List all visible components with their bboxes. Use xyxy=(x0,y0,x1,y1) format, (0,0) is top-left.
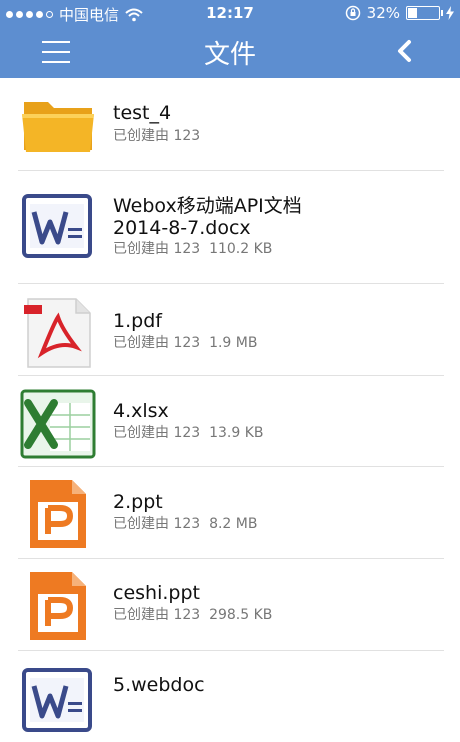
folder-icon xyxy=(20,86,96,162)
file-name: 4.xlsx xyxy=(113,400,169,422)
nav-bar: 文件 xyxy=(0,26,460,78)
file-name: 5.webdoc xyxy=(113,674,205,696)
orientation-lock-icon xyxy=(345,5,360,21)
file-size: 13.9 KB xyxy=(209,425,264,441)
ppt-icon xyxy=(20,570,96,646)
file-row[interactable]: 4.xlsx 已创建由 123 13.9 KB xyxy=(0,375,460,467)
file-name: 1.pdf xyxy=(113,310,162,332)
ppt-icon xyxy=(20,478,96,554)
file-creator: 已创建由 123 xyxy=(113,241,201,257)
pdf-icon xyxy=(20,295,96,371)
charging-bolt-icon xyxy=(446,6,454,20)
file-row[interactable]: Webox移动端API文档 2014-8-7.docx 已创建由 123 110.… xyxy=(0,170,460,284)
file-name: ceshi.ppt xyxy=(113,582,200,604)
file-meta: 已创建由 123 110.2 KB xyxy=(113,238,272,258)
file-name: Webox移动端API文档 2014-8-7.docx xyxy=(113,195,302,239)
file-row[interactable]: test_4 已创建由 123 xyxy=(0,78,460,171)
file-creator: 已创建由 123 xyxy=(113,516,201,532)
file-creator: 已创建由 123 xyxy=(113,335,201,351)
file-size: 1.9 MB xyxy=(209,335,258,351)
word-doc-icon xyxy=(20,662,96,738)
file-name: 2.ppt xyxy=(113,491,163,513)
file-size: 8.2 MB xyxy=(209,516,258,532)
file-meta: 已创建由 123 1.9 MB xyxy=(113,332,257,352)
file-creator: 已创建由 123 xyxy=(113,425,201,441)
battery-percent: 32% xyxy=(366,4,400,22)
file-meta: 已创建由 123 8.2 MB xyxy=(113,513,257,533)
back-button[interactable] xyxy=(392,38,416,64)
battery-fill xyxy=(408,8,417,18)
file-row[interactable]: 2.ppt 已创建由 123 8.2 MB xyxy=(0,466,460,559)
page-title: 文件 xyxy=(203,40,256,70)
word-doc-icon xyxy=(20,188,96,264)
status-bar: 中国电信 12:17 32% xyxy=(0,0,460,26)
status-right: 32% xyxy=(345,4,454,22)
excel-icon xyxy=(20,387,96,463)
file-meta: 已创建由 123 xyxy=(113,125,200,145)
file-name: test_4 xyxy=(113,102,172,124)
file-row[interactable]: 1.pdf 已创建由 123 1.9 MB xyxy=(0,283,460,376)
file-size: 298.5 KB xyxy=(209,607,273,623)
file-row[interactable]: ceshi.ppt 已创建由 123 298.5 KB xyxy=(0,558,460,651)
file-meta: 已创建由 123 298.5 KB xyxy=(113,604,272,624)
battery-icon xyxy=(406,6,443,20)
file-row[interactable]: 5.webdoc xyxy=(0,650,460,732)
file-creator: 已创建由 123 xyxy=(113,128,201,144)
file-size: 110.2 KB xyxy=(209,241,273,257)
app-header: 中国电信 12:17 32% 文件 xyxy=(0,0,460,78)
file-meta: 已创建由 123 13.9 KB xyxy=(113,422,264,442)
file-creator: 已创建由 123 xyxy=(113,607,201,623)
